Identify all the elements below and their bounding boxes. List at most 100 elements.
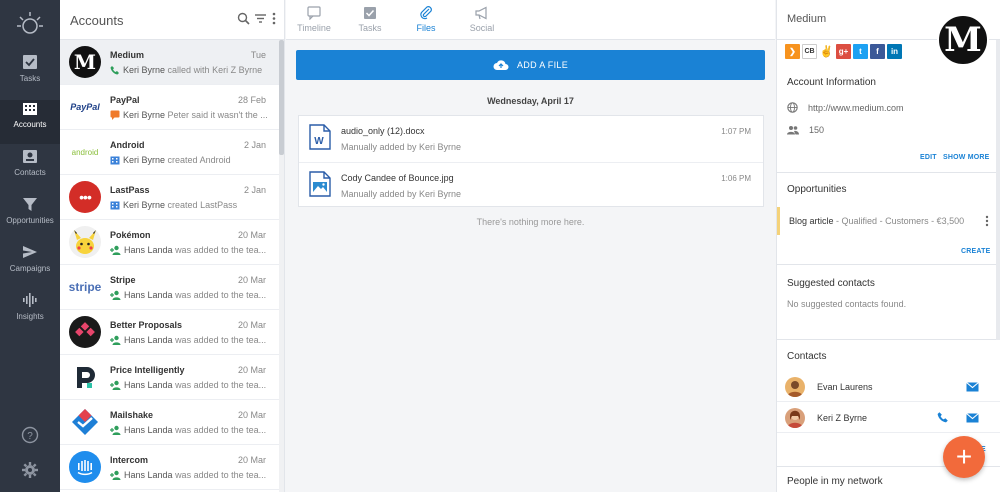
nav-item-opportunities[interactable]: Opportunities (0, 196, 60, 240)
nav-item-tasks[interactable]: Tasks (0, 54, 60, 98)
email-icon[interactable] (966, 381, 979, 395)
website-row[interactable]: http://www.medium.com (787, 102, 904, 113)
crunchbase-icon[interactable]: CB (802, 44, 817, 59)
email-icon[interactable] (966, 412, 979, 426)
account-activity: Hans Landa was added to the tea... (110, 335, 270, 345)
tab-tasks[interactable]: Tasks (342, 6, 398, 33)
speech-bubble-icon (307, 6, 321, 20)
person-add-icon (110, 470, 121, 480)
file-item[interactable]: W audio_only (12).docx Manually added by… (299, 116, 763, 161)
account-name: Android (110, 140, 145, 150)
account-date: Tue (250, 50, 266, 60)
person-add-icon (110, 425, 121, 435)
account-name: Pokémon (110, 230, 151, 240)
filter-icon[interactable] (254, 12, 267, 28)
account-name: Better Proposals (110, 320, 183, 330)
create-opportunity-button[interactable]: CREATE (961, 248, 990, 255)
account-date: 2 Jan (243, 140, 266, 150)
show-more-button[interactable]: SHOW MORE (943, 154, 990, 161)
search-icon[interactable] (237, 12, 250, 28)
google-plus-icon[interactable]: g+ (836, 44, 851, 59)
section-title: Contacts (787, 351, 827, 362)
account-activity: Hans Landa was added to the tea... (110, 380, 270, 390)
send-icon (23, 246, 37, 258)
people-icon (787, 126, 799, 135)
tab-label: Social (469, 23, 495, 33)
account-row-medium[interactable]: M Medium Tue Keri Byrne called with Keri… (60, 40, 280, 85)
hacker-news-icon[interactable]: ❯ (785, 44, 800, 59)
file-item[interactable]: Cody Candee of Bounce.jpg Manually added… (299, 162, 763, 207)
section-title: Account Information (787, 77, 876, 88)
account-row-lastpass[interactable]: ••• LastPass 2 Jan Keri Byrne created La… (60, 175, 280, 220)
file-meta: Manually added by Keri Byrne (341, 142, 462, 152)
sidebar-scrollbar[interactable] (996, 40, 1000, 340)
settings-gear-icon[interactable] (0, 461, 60, 482)
add-file-button[interactable]: ADD A FILE (296, 50, 765, 80)
section-title: People in my network (787, 476, 883, 487)
opportunity-summary: Blog article - Qualified - Customers - €… (789, 216, 965, 226)
account-activity: Keri Byrne created LastPass (110, 200, 270, 210)
better-proposals-logo (69, 316, 101, 348)
empty-note: There's nothing more here. (476, 217, 585, 227)
accounts-scrollbar[interactable] (279, 40, 284, 492)
account-row-mailshake[interactable]: Mailshake 20 Mar Hans Landa was added to… (60, 400, 280, 445)
nav-label: Insights (16, 312, 44, 321)
avatar (785, 408, 805, 428)
account-row-android[interactable]: android Android 2 Jan Keri Byrne created… (60, 130, 280, 175)
nav-item-insights[interactable]: Insights (0, 292, 60, 336)
angellist-icon[interactable]: ✌ (819, 44, 834, 59)
facebook-icon[interactable]: f (870, 44, 885, 59)
linkedin-icon[interactable]: in (887, 44, 902, 59)
cloud-upload-icon (493, 60, 509, 70)
tab-label: Files (416, 23, 436, 33)
contact-row[interactable]: Evan Laurens (777, 372, 1000, 402)
building-icon (110, 201, 120, 210)
account-row-better-proposals[interactable]: Better Proposals 20 Mar Hans Landa was a… (60, 310, 280, 355)
nav-item-contacts[interactable]: Contacts (0, 148, 60, 192)
account-row-price-intelligently[interactable]: Price Intelligently 20 Mar Hans Landa wa… (60, 355, 280, 400)
mailshake-logo (69, 406, 101, 438)
add-file-label: ADD A FILE (516, 60, 569, 70)
tab-social[interactable]: Social (454, 6, 510, 33)
more-vertical-icon[interactable] (271, 12, 277, 28)
accounts-header: Accounts (60, 0, 285, 40)
website-link[interactable]: http://www.medium.com (808, 103, 904, 113)
employee-count: 150 (809, 125, 825, 135)
account-name: Mailshake (110, 410, 154, 420)
section-title: Suggested contacts (787, 278, 875, 289)
account-information-section: Account Information http://www.medium.co… (777, 66, 1000, 173)
nav-item-accounts[interactable]: Accounts (0, 100, 60, 144)
help-icon[interactable]: ? (0, 426, 60, 447)
app-logo-icon[interactable] (14, 8, 46, 40)
building-icon (23, 103, 37, 115)
scrollbar-thumb[interactable] (279, 40, 284, 155)
account-row-paypal[interactable]: PayPal PayPal 28 Feb Keri Byrne Peter sa… (60, 85, 280, 130)
chat-icon (110, 110, 120, 120)
accounts-title: Accounts (70, 13, 124, 28)
tab-files[interactable]: Files (398, 6, 454, 33)
nav-label: Tasks (19, 74, 41, 83)
account-row-stripe[interactable]: stripe Stripe 20 Mar Hans Landa was adde… (60, 265, 280, 310)
edit-button[interactable]: EDIT (920, 154, 937, 161)
account-row-pokemon[interactable]: Pokémon 20 Mar Hans Landa was added to t… (60, 220, 280, 265)
more-vertical-icon[interactable] (985, 215, 989, 230)
suggested-contacts-section: Suggested contacts No suggested contacts… (777, 265, 1000, 340)
opportunity-item[interactable]: Blog article - Qualified - Customers - €… (777, 207, 1000, 235)
tab-timeline[interactable]: Timeline (286, 6, 342, 33)
phone-icon[interactable] (937, 411, 949, 426)
paperclip-icon (420, 6, 432, 20)
add-fab-button[interactable]: + (943, 436, 985, 478)
account-date: 20 Mar (237, 455, 266, 465)
account-row-intercom[interactable]: Intercom 20 Mar Hans Landa was added to … (60, 445, 280, 490)
contact-row[interactable]: Keri Z Byrne (777, 403, 1000, 433)
check-box-icon (364, 7, 376, 19)
file-time: 1:06 PM (721, 174, 751, 183)
twitter-icon[interactable]: t (853, 44, 868, 59)
account-activity: Hans Landa was added to the tea... (110, 245, 270, 255)
tab-bar: Timeline Tasks Files Social (286, 0, 775, 40)
file-name[interactable]: audio_only (12).docx (341, 126, 425, 136)
nav-label: Opportunities (6, 216, 54, 225)
nav-item-campaigns[interactable]: Campaigns (0, 244, 60, 288)
nav-label: Campaigns (9, 264, 51, 273)
file-name[interactable]: Cody Candee of Bounce.jpg (341, 173, 454, 183)
